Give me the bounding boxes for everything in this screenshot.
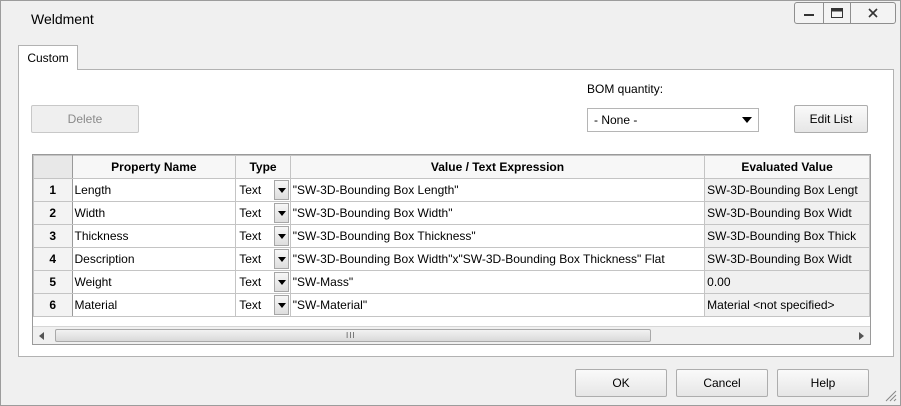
- column-header-evaluated-value[interactable]: Evaluated Value: [704, 155, 870, 179]
- table-row: 5 Weight Text "SW-Mass" 0.00: [33, 270, 870, 294]
- row-number[interactable]: 4: [33, 247, 73, 271]
- help-button[interactable]: Help: [777, 369, 869, 397]
- maximize-button[interactable]: [823, 2, 851, 24]
- property-name-cell[interactable]: Description: [71, 247, 237, 271]
- header-row: Property Name Type Value / Text Expressi…: [33, 155, 870, 179]
- type-cell[interactable]: Text: [235, 201, 291, 225]
- evaluated-value-cell: SW-3D-Bounding Box Widt: [704, 201, 870, 225]
- bom-quantity-select[interactable]: - None -: [587, 108, 759, 132]
- chevron-down-icon[interactable]: [273, 249, 289, 269]
- cancel-button[interactable]: Cancel: [676, 369, 768, 397]
- value-expression-cell[interactable]: "SW-3D-Bounding Box Length": [289, 178, 706, 202]
- table-row: 2 Width Text "SW-3D-Bounding Box Width" …: [33, 201, 870, 225]
- type-value: Text: [239, 183, 262, 197]
- type-cell[interactable]: Text: [235, 270, 291, 294]
- evaluated-value-cell: SW-3D-Bounding Box Lengt: [704, 178, 870, 202]
- table-row: 3 Thickness Text "SW-3D-Bounding Box Thi…: [33, 224, 870, 248]
- minimize-button[interactable]: [794, 2, 824, 24]
- properties-table: Property Name Type Value / Text Expressi…: [33, 155, 870, 317]
- scroll-right-icon[interactable]: [859, 332, 864, 340]
- table-row: 1 Length Text "SW-3D-Bounding Box Length…: [33, 178, 870, 202]
- property-name-cell[interactable]: Length: [71, 178, 237, 202]
- type-value: Text: [239, 275, 262, 289]
- weldment-dialog: Weldment Custom Delete BOM quantity: - N…: [0, 0, 901, 406]
- type-cell[interactable]: Text: [235, 178, 291, 202]
- value-expression-cell[interactable]: "SW-3D-Bounding Box Width"x"SW-3D-Boundi…: [289, 247, 706, 271]
- close-button[interactable]: [850, 2, 896, 24]
- type-cell[interactable]: Text: [235, 293, 291, 317]
- property-name-cell[interactable]: Weight: [71, 270, 237, 294]
- column-header-value-expression[interactable]: Value / Text Expression: [289, 155, 706, 179]
- property-name-cell[interactable]: Width: [71, 201, 237, 225]
- column-header-property-name[interactable]: Property Name: [71, 155, 237, 179]
- ok-button[interactable]: OK: [575, 369, 667, 397]
- value-expression-cell[interactable]: "SW-Material": [289, 293, 706, 317]
- chevron-down-icon[interactable]: [273, 226, 289, 246]
- minimize-icon: [804, 14, 814, 16]
- table-row: 4 Description Text "SW-3D-Bounding Box W…: [33, 247, 870, 271]
- row-number[interactable]: 3: [33, 224, 73, 248]
- type-value: Text: [239, 206, 262, 220]
- chevron-down-icon: [742, 117, 752, 123]
- edit-list-button[interactable]: Edit List: [794, 105, 868, 133]
- chevron-down-icon[interactable]: [273, 180, 289, 200]
- tab-custom[interactable]: Custom: [18, 45, 78, 70]
- type-value: Text: [239, 229, 262, 243]
- scroll-left-icon[interactable]: [39, 332, 44, 340]
- properties-grid: Property Name Type Value / Text Expressi…: [32, 154, 871, 345]
- row-number[interactable]: 2: [33, 201, 73, 225]
- window-controls: [794, 2, 896, 26]
- value-expression-cell[interactable]: "SW-3D-Bounding Box Thickness": [289, 224, 706, 248]
- chevron-down-icon[interactable]: [273, 272, 289, 292]
- value-expression-cell[interactable]: "SW-Mass": [289, 270, 706, 294]
- type-value: Text: [239, 252, 262, 266]
- close-icon: [868, 8, 878, 18]
- delete-button[interactable]: Delete: [31, 105, 139, 133]
- row-number[interactable]: 6: [33, 293, 73, 317]
- chevron-down-icon[interactable]: [273, 295, 289, 315]
- evaluated-value-cell: SW-3D-Bounding Box Thick: [704, 224, 870, 248]
- bom-quantity-value: - None -: [594, 113, 638, 127]
- column-header-type[interactable]: Type: [235, 155, 291, 179]
- property-name-cell[interactable]: Thickness: [71, 224, 237, 248]
- tab-strip: Custom: [18, 45, 894, 71]
- title-bar[interactable]: Weldment: [1, 1, 900, 37]
- corner-header[interactable]: [33, 155, 73, 179]
- evaluated-value-cell: Material <not specified>: [704, 293, 870, 317]
- resize-grip-icon[interactable]: [885, 390, 897, 402]
- row-number[interactable]: 1: [33, 178, 73, 202]
- value-expression-cell[interactable]: "SW-3D-Bounding Box Width": [289, 201, 706, 225]
- evaluated-value-cell: 0.00: [704, 270, 870, 294]
- window-title: Weldment: [31, 11, 94, 27]
- maximize-icon: [831, 8, 843, 18]
- type-cell[interactable]: Text: [235, 247, 291, 271]
- scrollbar-grip: III: [346, 331, 356, 340]
- chevron-down-icon[interactable]: [273, 203, 289, 223]
- evaluated-value-cell: SW-3D-Bounding Box Widt: [704, 247, 870, 271]
- type-value: Text: [239, 298, 262, 312]
- scrollbar-thumb[interactable]: III: [55, 329, 651, 342]
- table-row: 6 Material Text "SW-Material" Material <…: [33, 293, 870, 317]
- row-number[interactable]: 5: [33, 270, 73, 294]
- horizontal-scrollbar[interactable]: III: [33, 326, 870, 344]
- type-cell[interactable]: Text: [235, 224, 291, 248]
- bom-quantity-label: BOM quantity:: [587, 82, 664, 96]
- property-name-cell[interactable]: Material: [71, 293, 237, 317]
